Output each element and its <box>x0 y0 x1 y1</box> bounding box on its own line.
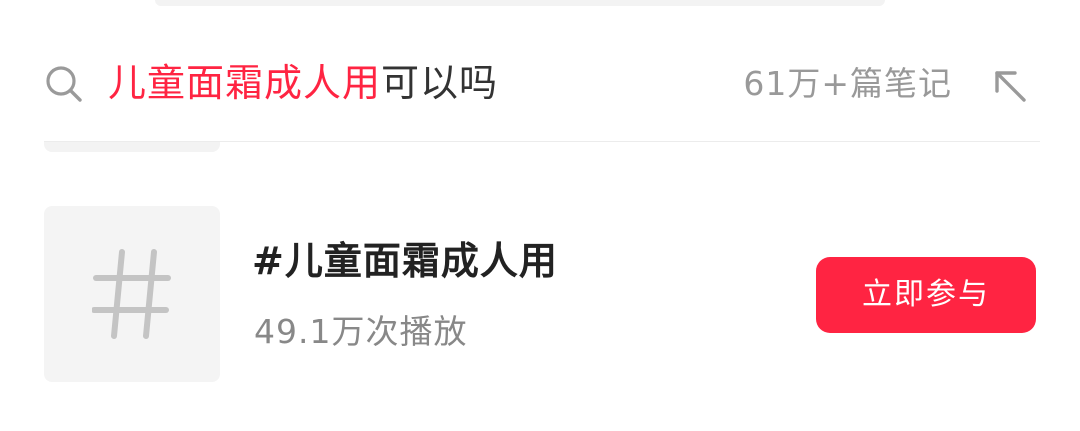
join-button[interactable]: 立即参与 <box>816 257 1036 333</box>
search-results-page: 儿童面霜成人用可以吗 61万+篇笔记 #儿童面霜成人用 49.1万次播放 立即参… <box>0 0 1080 431</box>
search-suggestion-row[interactable]: 儿童面霜成人用可以吗 61万+篇笔记 <box>0 40 1080 126</box>
suggestion-text: 儿童面霜成人用可以吗 <box>108 58 498 108</box>
suggestion-rest: 可以吗 <box>381 61 499 105</box>
suggestion-highlight: 儿童面霜成人用 <box>108 61 382 105</box>
topic-card[interactable]: #儿童面霜成人用 49.1万次播放 立即参与 <box>0 206 1080 384</box>
topic-title: #儿童面霜成人用 <box>252 239 558 283</box>
search-icon <box>44 64 84 104</box>
arrow-up-left-icon[interactable] <box>990 66 1030 106</box>
topic-thumbnail <box>44 206 220 382</box>
topic-view-count: 49.1万次播放 <box>254 312 468 351</box>
note-count: 61万+篇笔记 <box>743 64 952 103</box>
item-remnant <box>44 142 220 152</box>
previous-item-remnant <box>155 0 885 6</box>
